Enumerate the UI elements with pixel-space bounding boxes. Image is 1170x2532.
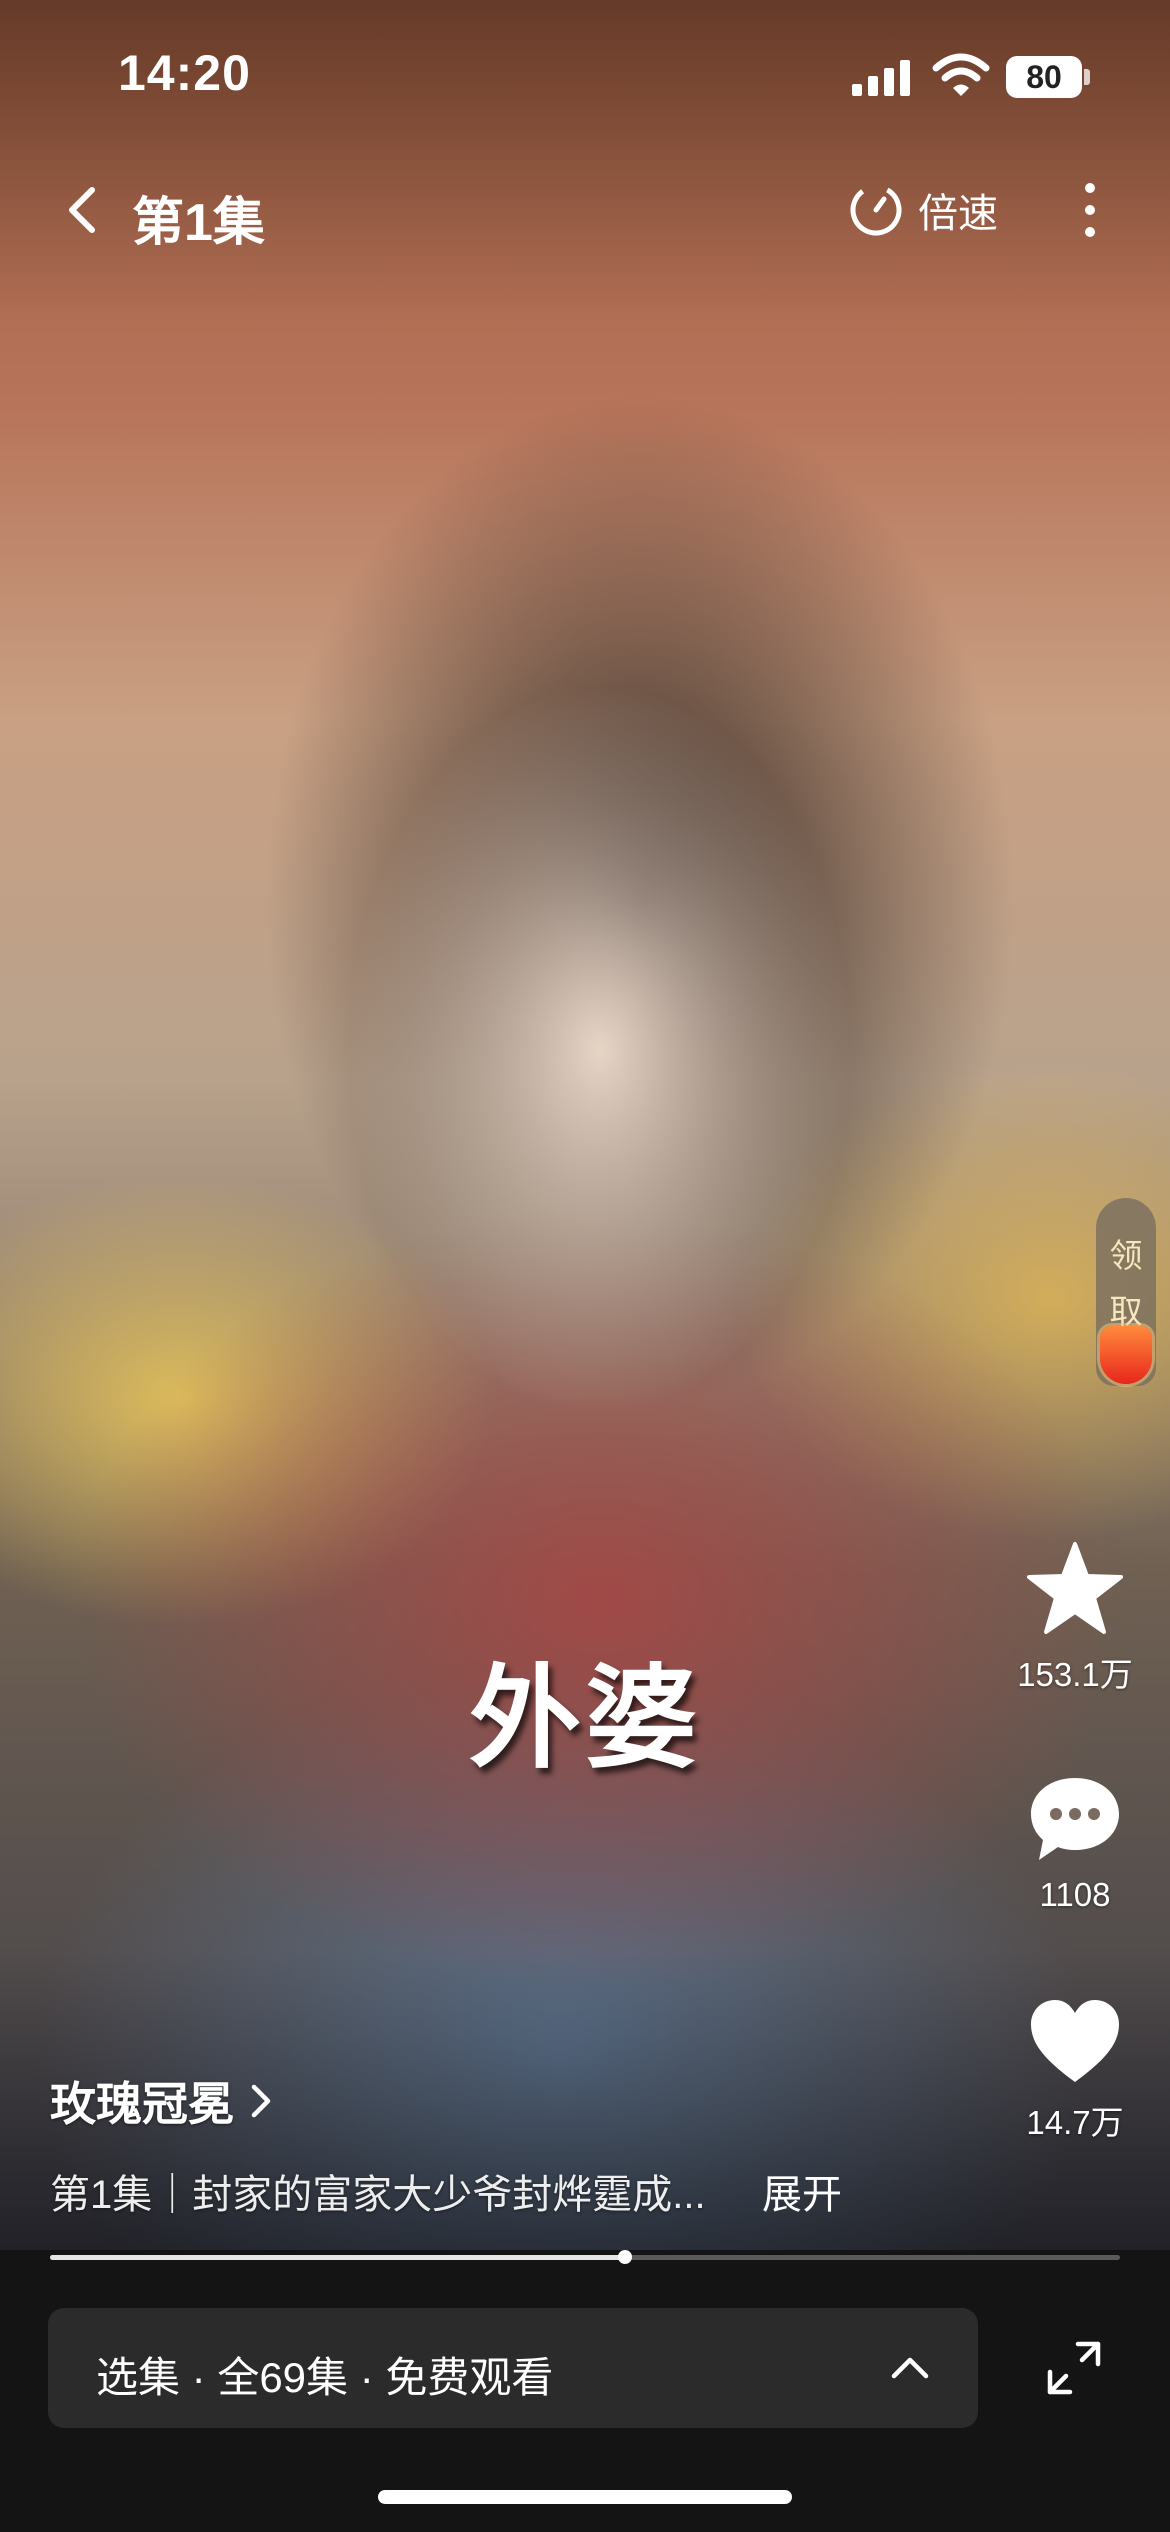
battery-cap <box>1084 69 1090 85</box>
comment-button[interactable]: 1108 <box>1000 1772 1150 1914</box>
episode-selector-label: 选集 · 全69集 · 免费观看 <box>96 2354 554 2401</box>
back-arrow-icon[interactable] <box>52 178 116 242</box>
status-time: 14:20 <box>118 45 251 101</box>
fullscreen-icon[interactable] <box>1046 2340 1102 2396</box>
star-icon <box>1027 1542 1123 1634</box>
more-options-icon[interactable] <box>1068 178 1112 242</box>
reward-label-line1: 领 <box>1109 1237 1143 1274</box>
playback-speed-button[interactable]: 倍速 <box>848 180 998 240</box>
comment-count: 1108 <box>1039 1876 1111 1913</box>
reward-label: 领 取 <box>1096 1228 1156 1340</box>
drama-title: 玫瑰冠冕 <box>50 2078 234 2130</box>
video-progress-bar[interactable] <box>50 2250 1120 2264</box>
speed-gauge-icon <box>850 184 902 236</box>
chevron-up-icon <box>891 2357 929 2379</box>
chevron-right-icon <box>251 2084 271 2118</box>
drama-title-link[interactable]: 玫瑰冠冕 <box>50 2068 274 2134</box>
heart-icon <box>1031 2000 1119 2082</box>
battery-icon: 80 <box>1006 56 1090 98</box>
home-indicator <box>378 2490 792 2504</box>
status-bar: 14:20 80 <box>0 0 1170 150</box>
top-navigation: 第1集 倍速 <box>0 160 1170 260</box>
like-count: 14.7万 <box>1026 2104 1124 2141</box>
reward-claim-tab[interactable]: 领 取 <box>1096 1198 1156 1386</box>
wifi-icon <box>932 53 990 96</box>
episode-title: 第1集 <box>132 194 265 252</box>
video-subtitle: 外婆 <box>469 1656 701 1781</box>
like-button[interactable]: 14.7万 <box>1000 1996 1150 2144</box>
expand-description-link[interactable]: 展开 <box>762 2162 842 2220</box>
red-envelope-icon <box>1100 1326 1152 1384</box>
episode-selector-bar[interactable]: 选集 · 全69集 · 免费观看 <box>48 2308 978 2428</box>
battery-level: 80 <box>1006 56 1082 98</box>
progress-thumb[interactable] <box>617 2250 632 2264</box>
progress-fill <box>50 2255 625 2260</box>
video-frame[interactable] <box>0 0 1170 2250</box>
episode-description: 第1集｜封家的富家大少爷封烨霆成... <box>50 2173 706 2217</box>
cellular-signal-icon <box>852 60 910 96</box>
speed-label: 倍速 <box>918 192 998 236</box>
